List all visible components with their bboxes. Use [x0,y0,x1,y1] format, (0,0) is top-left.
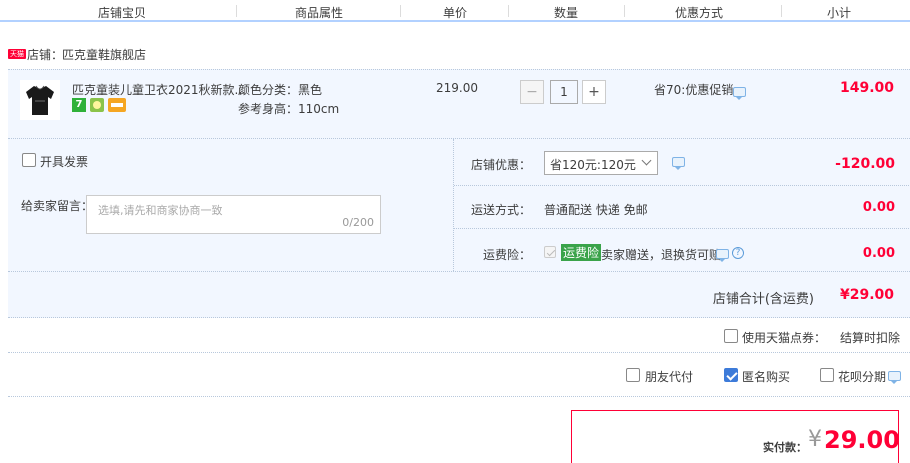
item-row: 匹克童装儿童卫衣2021秋新款... 7 颜色分类：黑色 参考身高：110cm … [8,69,910,139]
quantity-decrease-button[interactable]: − [520,80,544,104]
tmall-badge: 天猫 [8,49,26,59]
message-label: 给卖家留言： [21,199,94,213]
shipping-method: 普通配送 快递 免邮 [544,203,648,217]
quantity-stepper: − 1 + [520,80,608,104]
right-options: 店铺优惠： 省120元:120元 -120.00 运送方式： 普通配送 快递 免… [453,139,910,271]
payment-summary-box: 实付款： ¥ 29.00 [571,410,900,463]
column-header-subtotal: 小计 [826,6,852,20]
shop-discount-selected: 省120元:120元 [550,158,636,172]
shop-total-label: 店铺合计(含运费) [712,292,814,307]
column-header-attributes: 商品属性 [294,6,344,20]
extra-options-row: 朋友代付 匿名购买 花呗分期 [8,353,910,397]
pay-label: 实付款： [763,441,807,454]
shop-discount-label: 店铺优惠： [470,158,531,172]
shop-discount-row: 店铺优惠： 省120元:120元 -120.00 [454,139,910,186]
tmall-points-label: 使用天猫点券： [742,331,827,345]
product-title-link[interactable]: 匹克童装儿童卫衣2021秋新款... [72,81,246,98]
tmall-points-checkbox[interactable] [724,329,738,343]
promo-info-icon[interactable] [733,87,746,100]
credit-card-icon [108,98,126,112]
help-question-icon[interactable]: ? [732,247,744,259]
anonymous-purchase-checkbox[interactable] [724,368,738,382]
friend-pay-label: 朋友代付 [645,370,694,384]
quantity-increase-button[interactable]: + [582,80,606,104]
huabei-installment-label: 花呗分期 [838,370,887,384]
shop-discount-amount: -120.00 [835,156,895,172]
insurance-row: 运费险： 运费险 卖家赠送，退换货可赔 ? 0.00 [454,229,910,271]
chevron-down-icon [641,155,652,166]
insurance-text: 卖家赠送，退换货可赔 [601,248,722,262]
insurance-chat-icon[interactable] [716,249,729,262]
discount-info-icon[interactable] [672,157,685,170]
insurance-label: 运费险： [482,248,531,262]
item-subtotal: 149.00 [839,80,894,96]
points-deduct-note: 结算时扣除 [839,331,900,345]
unit-price: 219.00 [436,81,478,95]
pay-amount: 29.00 [824,426,900,454]
attribute-color: 颜色分类：黑色 [238,83,323,97]
shop-total-value: ¥29.00 [839,287,894,303]
promo-text: 省70:优惠促销 [654,83,734,97]
message-placeholder: 选填,请先和商家协商一致 [98,204,223,217]
anonymous-purchase-label: 匿名购买 [742,370,791,384]
friend-pay-checkbox[interactable] [626,368,640,382]
huabei-info-icon[interactable] [888,371,901,384]
insurance-checkbox [544,246,556,258]
message-char-count: 0/200 [342,216,374,229]
quantity-input[interactable]: 1 [550,80,578,104]
shop-discount-select[interactable]: 省120元:120元 [544,151,658,175]
insurance-tag: 运费险 [561,244,602,261]
invoice-checkbox[interactable] [22,153,36,167]
column-header-discount: 优惠方式 [674,6,724,20]
shop-name-link[interactable]: 匹克童鞋旗舰店 [62,46,146,63]
shop-row: 天猫 店铺： 匹克童鞋旗舰店 [0,38,910,68]
shipping-amount: 0.00 [862,200,895,215]
shipping-label: 运送方式： [470,203,531,217]
shipping-row: 运送方式： 普通配送 快递 免邮 0.00 [454,186,910,229]
seven-day-return-icon: 7 [72,98,86,112]
column-header-unit-price: 单价 [442,6,468,20]
shop-total-row: 店铺合计(含运费) ¥29.00 [8,271,910,318]
product-thumbnail[interactable] [20,80,60,120]
order-options-panel: 开具发票 给卖家留言： 选填,请先和商家协商一致 0/200 店铺优惠： 省12… [8,139,910,271]
shop-label: 店铺： [27,48,64,62]
column-header-item: 店铺宝贝 [97,6,147,20]
guarantee-icon [90,98,104,112]
column-header-quantity: 数量 [553,6,579,20]
invoice-label: 开具发票 [40,155,89,169]
points-row: 使用天猫点券： 结算时扣除 [8,318,910,353]
pay-currency: ¥ [808,427,822,452]
message-textarea[interactable]: 选填,请先和商家协商一致 0/200 [86,195,381,234]
huabei-installment-checkbox[interactable] [820,368,834,382]
left-options: 开具发票 给卖家留言： 选填,请先和商家协商一致 0/200 [8,139,453,271]
insurance-amount: 0.00 [862,246,895,261]
column-header-row: 店铺宝贝 商品属性 单价 数量 优惠方式 小计 [0,0,910,22]
attribute-size: 参考身高：110cm [238,102,340,116]
